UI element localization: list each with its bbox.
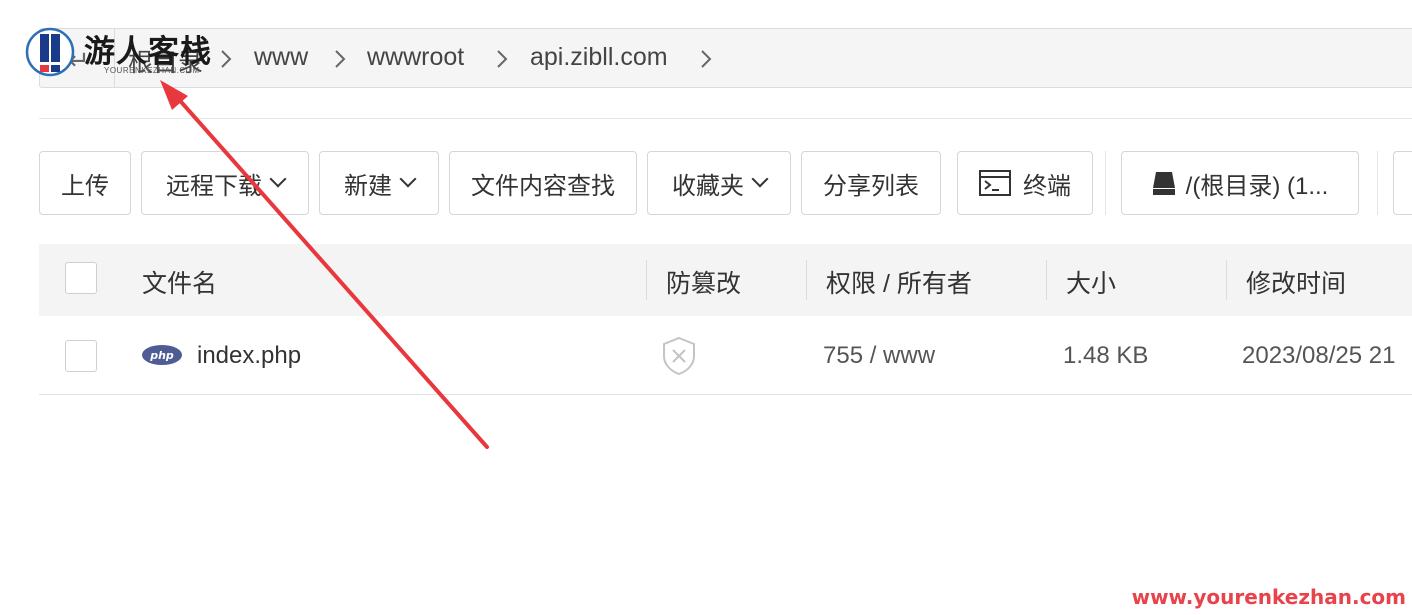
watermark-logo: 游人客栈 YOURENKEZHAN.COM	[24, 26, 224, 78]
annotation-arrow	[160, 80, 489, 449]
watermark-logo-subtext: YOURENKEZHAN.COM	[104, 66, 200, 75]
logo-icon	[25, 27, 75, 77]
watermark-url: www.yourenkezhan.com	[1131, 585, 1406, 609]
watermark-logo-text: 游人客栈	[84, 34, 212, 70]
